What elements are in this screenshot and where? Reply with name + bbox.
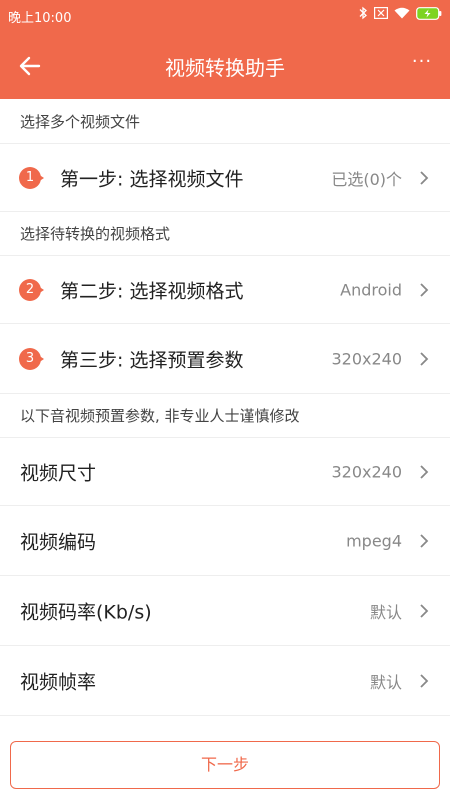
status-icons [358,6,442,20]
step-2-select-video-format[interactable]: 2 第二步: 选择视频格式 Android [0,256,450,324]
step-value: 已选(0)个 [331,169,402,189]
chevron-right-icon [420,282,429,297]
param-label: 视频帧率 [20,671,97,693]
step-1-select-video-files[interactable]: 1 第一步: 选择视频文件 已选(0)个 [0,144,450,212]
chevron-right-icon [420,351,429,366]
step-label: 第二步: 选择视频格式 [60,280,244,302]
param-value: 默认 [369,672,402,692]
param-row-video-framerate[interactable]: 视频帧率 默认 [0,646,450,716]
next-step-button[interactable]: 下一步 [10,741,440,789]
param-row-video-size[interactable]: 视频尺寸 320x240 [0,438,450,506]
section-header-select-format: 选择待转换的视频格式 [0,212,450,256]
step-badge: 3 [19,347,45,370]
param-row-video-codec[interactable]: 视频编码 mpeg4 [0,506,450,576]
step-label: 第三步: 选择预置参数 [60,349,244,371]
bluetooth-icon [358,6,368,20]
chevron-right-icon [420,170,429,185]
chevron-right-icon [420,603,429,618]
status-time: 晚上10:00 [8,11,72,26]
param-label: 视频编码 [20,531,97,553]
param-label: 视频尺寸 [20,462,97,484]
battery-charging-icon [416,6,442,20]
chevron-right-icon [420,673,429,688]
param-label: 视频码率(Kb/s) [20,601,152,623]
param-row-video-bitrate[interactable]: 视频码率(Kb/s) 默认 [0,576,450,646]
param-value: 默认 [369,602,402,622]
step-value: Android [340,280,402,299]
step-3-select-preset-params[interactable]: 3 第三步: 选择预置参数 320x240 [0,324,450,394]
param-value: mpeg4 [346,531,402,550]
param-value: 320x240 [331,462,402,481]
step-label: 第一步: 选择视频文件 [60,168,244,190]
step-badge: 2 [19,278,45,301]
section-header-preset-note: 以下音视频预置参数, 非专业人士谨慎修改 [0,394,450,438]
sim-icon [374,7,388,19]
app-bar: 视频转换助手 ··· [0,32,450,99]
section-header-select-files: 选择多个视频文件 [0,100,450,144]
page-title: 视频转换助手 [165,56,285,80]
chevron-right-icon [420,533,429,548]
chevron-right-icon [420,464,429,479]
status-bar: 晚上10:00 [0,0,450,32]
step-value: 320x240 [331,349,402,368]
more-menu-button[interactable]: ··· [408,53,436,78]
step-badge: 1 [19,166,45,189]
wifi-icon [394,7,410,19]
